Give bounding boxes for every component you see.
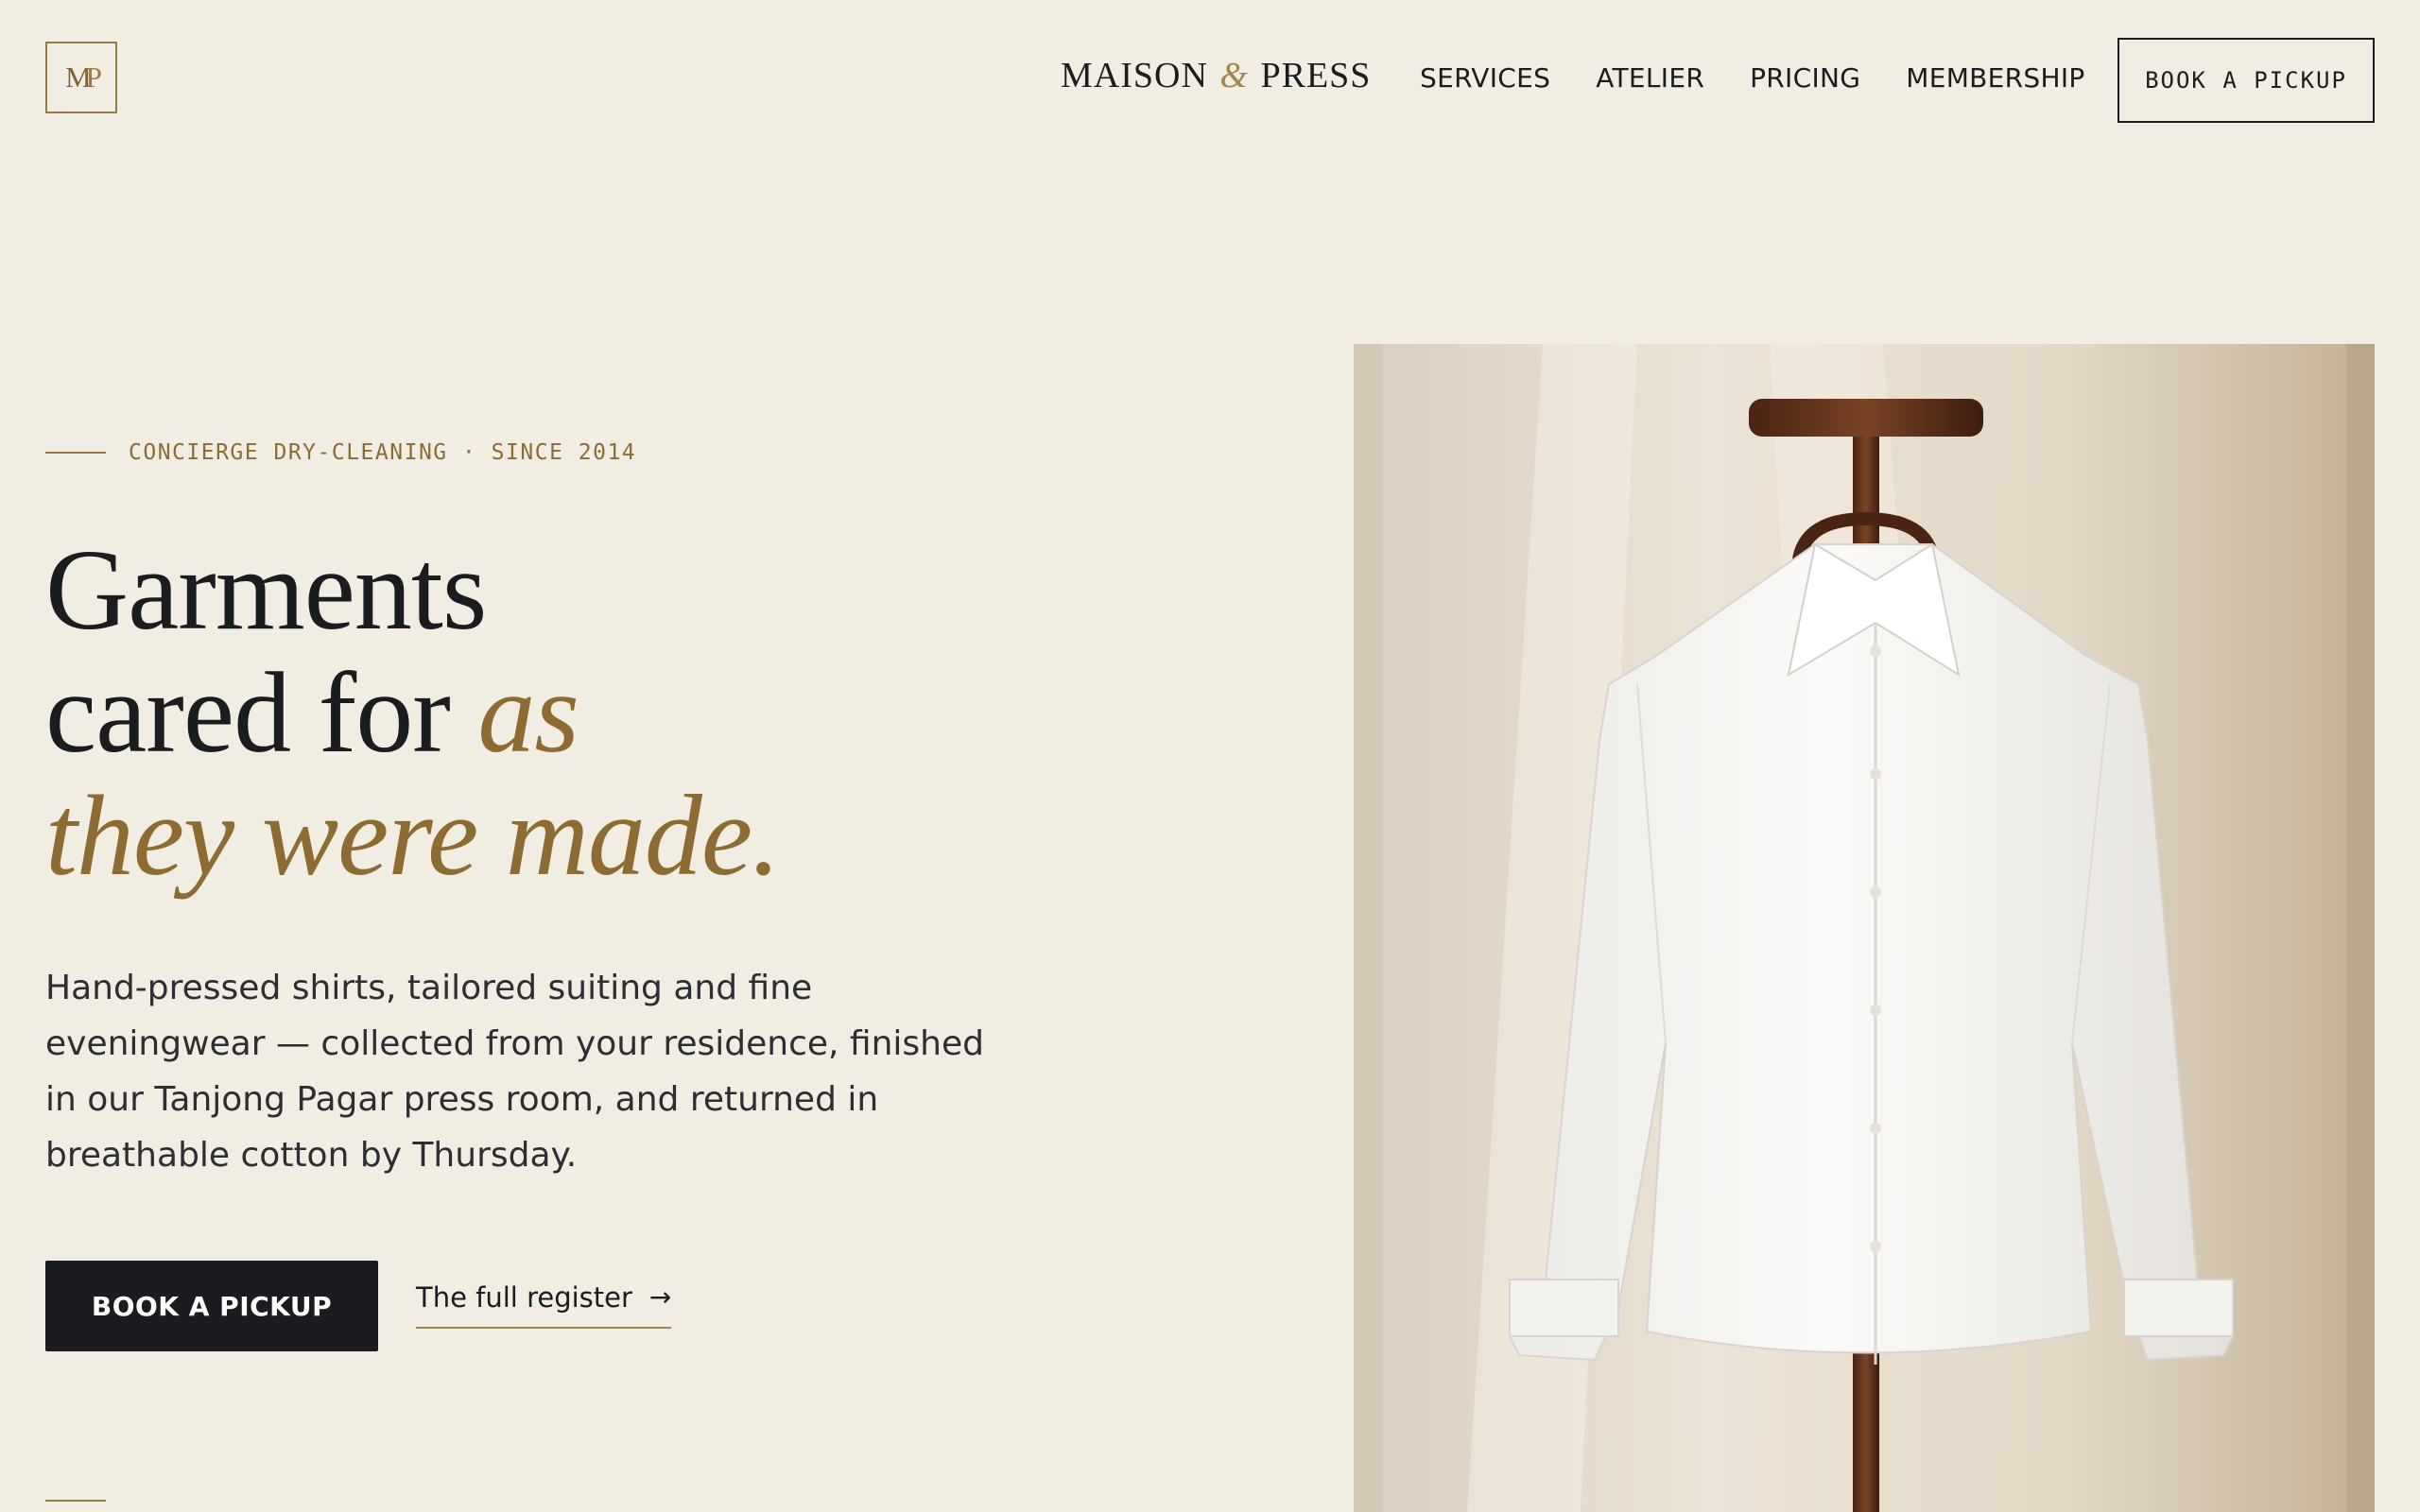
nav-link-services[interactable]: SERVICES [1420, 62, 1550, 100]
logo-letter-m: M [65, 60, 91, 94]
full-register-label: The full register [416, 1281, 632, 1314]
brand-word-press: PRESS [1260, 56, 1372, 95]
headline-line-2: cared for [45, 649, 451, 777]
arrow-right-icon: → [648, 1281, 672, 1313]
section-divider-rule [45, 1500, 106, 1502]
eyebrow-rule [45, 452, 106, 454]
nav-link-membership[interactable]: MEMBERSHIP [1906, 62, 2084, 100]
logo-letter-p: P [85, 60, 102, 94]
logo-monogram[interactable]: MP [45, 42, 117, 113]
nav-link-atelier[interactable]: ATELIER [1596, 62, 1704, 100]
headline-accent: as [477, 649, 579, 777]
main-nav: SERVICES ATELIER PRICING MEMBERSHIP [1420, 62, 2131, 100]
nav-link-pricing[interactable]: PRICING [1750, 62, 1860, 100]
full-register-link[interactable]: The full register → [416, 1281, 672, 1329]
hero-headline: Garments cared for as they were made. [45, 526, 781, 900]
headline-line-1: Garments [45, 526, 487, 654]
shirt-on-valet-photo [1354, 344, 2375, 1512]
book-pickup-button[interactable]: BOOK A PICKUP [45, 1261, 378, 1351]
eyebrow-text: CONCIERGE DRY-CLEANING · SINCE 2014 [129, 440, 637, 465]
header-book-pickup-button[interactable]: BOOK A PICKUP [2118, 38, 2375, 123]
brand-wordmark[interactable]: MAISON & PRESS [1061, 55, 1371, 102]
brand-word-maison: MAISON [1061, 56, 1208, 95]
hero-description: Hand-pressed shirts, tailored suiting an… [45, 969, 984, 1175]
hero-eyebrow: CONCIERGE DRY-CLEANING · SINCE 2014 [45, 440, 636, 465]
headline-line-3: they were made. [45, 772, 781, 900]
brand-ampersand: & [1219, 56, 1249, 95]
